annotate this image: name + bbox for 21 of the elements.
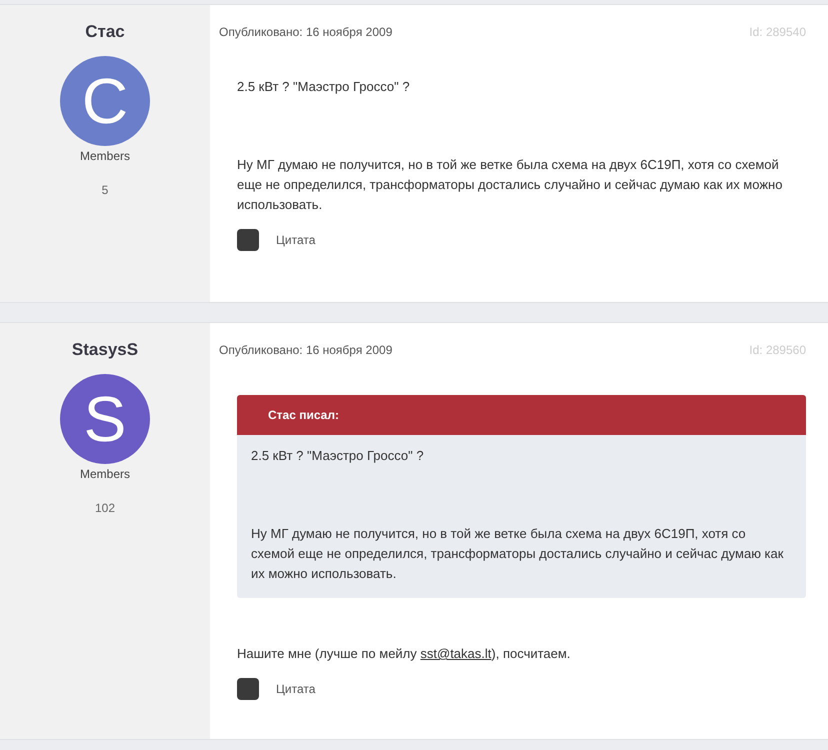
avatar[interactable]: S [60,374,150,464]
author-name[interactable]: StasysS [72,339,138,361]
quote-button[interactable]: Цитата [237,229,316,251]
post-text: Ну МГ думаю не получится, но в той же ветке была схема на двух 6С19П, хотя со схемой еще не определился, трансформаторы достались случайно и сейчас думаю как их можно использовать. [251,525,784,583]
member-group: Members [80,465,130,483]
post-text: 2.5 кВт ? "Маэстро Гроссо" ? [237,78,411,96]
post-count: 102 [94,500,116,517]
avatar[interactable]: С [60,56,150,146]
publish-date: Опубликовано: 16 ноября 2009 [219,24,392,41]
post-text: Ну МГ думаю не получится, но в той же ветке была схема на двух 6С19П, хотя со схемой еще не определился, трансформаторы достались случайно и сейчас думаю как их можно использовать. [237,156,784,214]
author-name[interactable]: Стас [85,21,125,43]
post-count: 5 [102,182,108,199]
post-text: Нашите мне (лучше по мейлу sst@takas.lt), посчитаем. [237,645,572,663]
quote-button[interactable]: Цитата [237,678,316,700]
square-icon [237,678,259,700]
email-link[interactable]: sst@takas.lt [420,646,492,661]
member-group: Members [80,147,130,165]
square-icon [237,229,259,251]
post-text: 2.5 кВт ? "Маэстро Гроссо" ? [251,447,425,465]
quote-header: Стас писал: [237,395,806,435]
publish-date: Опубликовано: 16 ноября 2009 [219,342,392,359]
